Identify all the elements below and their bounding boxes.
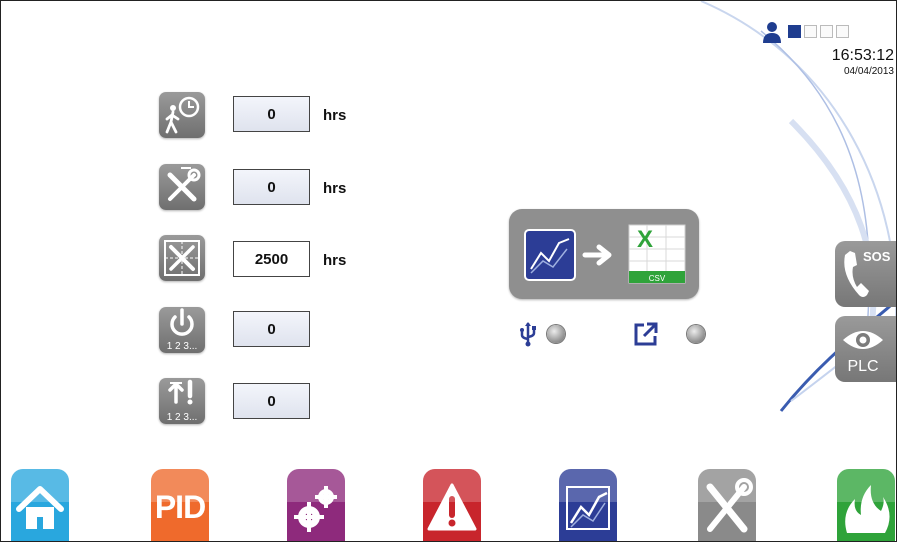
- access-level-indicator: [804, 25, 817, 38]
- nav-burner-button[interactable]: [837, 469, 895, 541]
- eye-icon: [843, 331, 883, 349]
- service-interval-field[interactable]: 2500: [233, 241, 310, 277]
- nav-alarms-button[interactable]: [423, 469, 481, 541]
- status-area: 16:53:12 04/04/2013: [754, 19, 894, 89]
- plc-view-button[interactable]: PLC: [835, 316, 896, 382]
- nav-settings-button[interactable]: [287, 469, 345, 541]
- running-hours-field[interactable]: 0: [233, 96, 310, 132]
- excel-csv-icon: X CSV: [628, 224, 686, 284]
- nav-home-button[interactable]: [11, 469, 69, 541]
- nav-maintenance-button[interactable]: [698, 469, 756, 541]
- service-interval-icon: [159, 235, 205, 281]
- export-status-led: [687, 325, 705, 343]
- access-level-indicator: [820, 25, 833, 38]
- plc-label: PLC: [847, 358, 879, 375]
- maintenance-hours-unit: hrs: [323, 180, 347, 197]
- clock-time: 16:53:12: [831, 47, 894, 64]
- svg-text:X: X: [637, 226, 653, 253]
- power-cycle-field[interactable]: 0: [233, 311, 310, 347]
- maintenance-tools-icon: [159, 164, 205, 210]
- export-csv-button[interactable]: X CSV: [509, 209, 699, 299]
- power-cycle-numbering: 1 2 3...: [167, 341, 198, 352]
- usb-icon: [520, 322, 536, 347]
- trend-chart-icon: [524, 229, 576, 281]
- nav-pid-button[interactable]: PID: [151, 469, 209, 541]
- user-icon[interactable]: [762, 21, 782, 43]
- csv-label: CSV: [649, 274, 666, 283]
- clock-date: 04/04/2013: [843, 66, 894, 77]
- maintenance-hours-field[interactable]: 0: [233, 169, 310, 205]
- running-hours-unit: hrs: [323, 107, 347, 124]
- nav-trends-button[interactable]: [559, 469, 617, 541]
- alarm-count-field[interactable]: 0: [233, 383, 310, 419]
- alarm-count-numbering: 1 2 3...: [167, 412, 198, 423]
- sos-label: SOS: [863, 249, 891, 264]
- sos-button[interactable]: SOS: [835, 241, 896, 307]
- hmi-screen: 16:53:12 04/04/2013 0 hrs 0 hrs 2500 hrs…: [0, 0, 897, 542]
- alarm-count-icon: 1 2 3...: [159, 378, 205, 424]
- access-level-indicator: [836, 25, 849, 38]
- access-level-indicator: [788, 25, 801, 38]
- arrow-right-icon: [582, 244, 612, 266]
- pid-label: PID: [154, 489, 206, 525]
- usb-status-led: [547, 325, 565, 343]
- running-timer-icon: [159, 92, 205, 138]
- power-cycle-count-icon: 1 2 3...: [159, 307, 205, 353]
- external-export-icon: [634, 322, 658, 346]
- service-interval-unit: hrs: [323, 252, 347, 269]
